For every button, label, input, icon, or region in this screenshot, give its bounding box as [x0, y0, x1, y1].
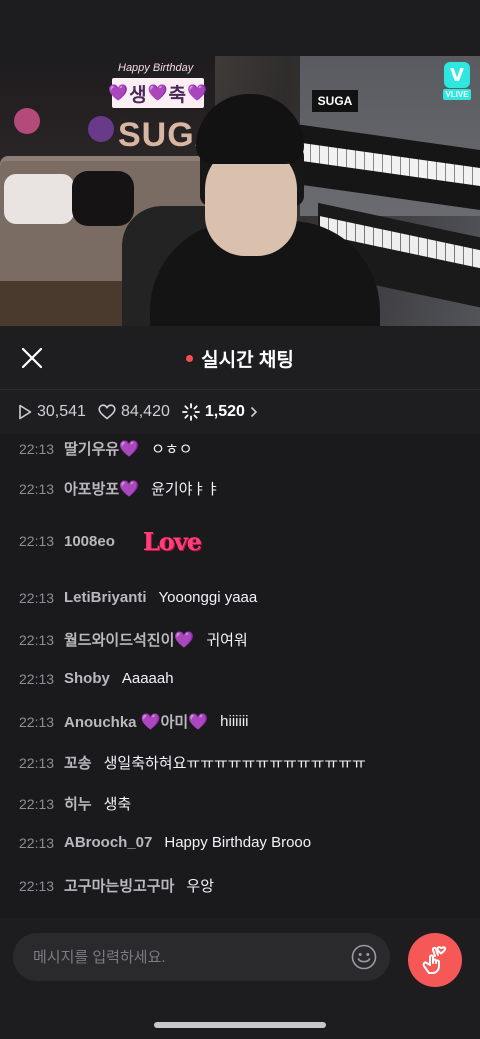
message-time: 22:13 — [19, 670, 55, 687]
purple-heart-icon: 💜 — [108, 85, 130, 102]
chevron-right-icon — [250, 406, 258, 418]
play-count: 30,541 — [18, 403, 86, 421]
purple-heart-icon: 💜 — [119, 441, 140, 458]
home-indicator[interactable] — [154, 1022, 326, 1028]
message-text: 윤기야ㅑㅑ — [151, 481, 221, 498]
vlive-logo: V VLIVE — [441, 62, 473, 102]
message-time: 22:13 — [19, 631, 55, 648]
chat-message: 22:13 Shoby Aaaaah — [19, 670, 174, 687]
chat-message: 22:13 고구마는빙고구마 우앙 — [19, 875, 214, 896]
close-icon — [21, 347, 43, 369]
emoji-icon[interactable] — [351, 944, 377, 970]
message-username[interactable]: 고구마는빙고구마 — [64, 875, 174, 896]
chat-message: 22:13 꼬송 생일축하혀요ㅠㅠㅠㅠㅠㅠㅠㅠㅠㅠㅠㅠㅠ — [19, 752, 366, 773]
suga-sign: SUGA — [312, 90, 358, 112]
love-sticker: Love — [142, 526, 202, 556]
message-text: ㅇㅎㅇ — [151, 441, 193, 458]
heart-balloon — [14, 108, 40, 134]
purple-heart-icon: 💜 — [186, 85, 208, 102]
chat-message: 22:13 히누 생축 — [19, 793, 131, 814]
message-time: 22:13 — [19, 834, 55, 851]
chat-title-group: 실시간 채팅 — [0, 326, 480, 390]
message-time: 22:13 — [19, 589, 55, 606]
chat-message: 22:13 월드와이드석진이💜 귀여워 — [19, 629, 248, 650]
message-text: hiiiiii — [220, 713, 249, 730]
message-text: 귀여워 — [206, 632, 248, 649]
birthday-banner-caption: Happy Birthday — [118, 62, 194, 74]
chat-message: 22:13 Anouchka 💜아미💜 hiiiiii — [19, 711, 248, 732]
message-text: Happy Birthday Brooo — [164, 834, 312, 851]
vlive-v-icon: V — [444, 62, 470, 88]
message-time: 22:13 — [19, 713, 55, 730]
black-cat-pillow — [72, 171, 134, 226]
comment-count-value: 1,520 — [204, 403, 245, 420]
message-username[interactable]: 딸기우유💜 — [64, 438, 139, 459]
message-input-area — [0, 918, 480, 1039]
heart-outline-icon — [98, 404, 116, 420]
message-time: 22:13 — [19, 533, 55, 549]
purple-heart-icon: 💜 — [188, 714, 209, 731]
message-time: 22:13 — [19, 440, 55, 457]
birthday-banner: 💜 생 💜 축 💜 — [108, 78, 207, 108]
purple-heart-icon: 💜 — [147, 85, 169, 102]
chat-message: 22:13 아포방포💜 윤기야ㅑㅑ — [19, 478, 220, 499]
chat-message: 22:13 LetiBriyanti Yooonggi yaaa — [19, 589, 257, 606]
message-username[interactable]: LetiBriyanti — [64, 589, 147, 606]
white-pillow — [4, 174, 74, 224]
finger-heart-button[interactable] — [408, 933, 462, 987]
purple-heart-icon: 💜 — [119, 481, 140, 498]
purple-heart-icon: 💜 — [174, 632, 195, 649]
close-button[interactable] — [14, 340, 50, 376]
message-username[interactable]: 1008eo — [64, 533, 115, 550]
message-text: Yooonggi yaaa — [158, 589, 258, 606]
status-bar — [0, 0, 480, 56]
message-time: 22:13 — [19, 795, 55, 812]
message-username[interactable]: Anouchka 💜아미💜 — [64, 711, 208, 732]
like-count: 84,420 — [98, 403, 170, 421]
message-username[interactable]: 꼬송 — [64, 752, 92, 773]
like-count-value: 84,420 — [120, 403, 170, 420]
comment-count[interactable]: 1,520 — [181, 403, 258, 421]
finger-heart-icon — [422, 946, 447, 974]
live-dot-icon — [186, 354, 194, 362]
message-time: 22:13 — [19, 877, 55, 894]
live-video-player[interactable]: Happy Birthday 💜 생 💜 축 💜 SUGA SUGA V VLIVE — [0, 56, 480, 326]
heart-balloon — [88, 116, 114, 142]
message-time: 22:13 — [19, 480, 55, 497]
sparkle-icon — [181, 403, 200, 421]
stats-bar: 30,541 84,420 1,520 — [0, 390, 480, 434]
message-input-container[interactable] — [13, 933, 390, 981]
message-text: 생일축하혀요ㅠㅠㅠㅠㅠㅠㅠㅠㅠㅠㅠㅠㅠ — [103, 755, 366, 772]
message-username[interactable]: 히누 — [64, 793, 92, 814]
message-username[interactable]: 아포방포💜 — [64, 478, 139, 499]
message-text: Aaaaah — [121, 670, 174, 687]
purple-heart-icon: 💜 — [140, 714, 161, 731]
message-time: 22:13 — [19, 754, 55, 771]
message-input[interactable] — [33, 948, 333, 966]
message-username[interactable]: Shoby — [64, 670, 110, 687]
chat-message-list[interactable]: 22:13 딸기우유💜 ㅇㅎㅇ 22:13 아포방포💜 윤기야ㅑㅑ 22:13 … — [0, 434, 480, 919]
play-count-value: 30,541 — [37, 403, 86, 420]
message-username[interactable]: ABrooch_07 — [64, 834, 152, 851]
vlive-logo-label: VLIVE — [443, 89, 471, 100]
message-text: 생축 — [103, 796, 132, 813]
chat-message: 22:13 ABrooch_07 Happy Birthday Brooo — [19, 834, 311, 851]
chat-title: 실시간 채팅 — [201, 349, 294, 371]
chat-message: 22:13 딸기우유💜 ㅇㅎㅇ — [19, 438, 193, 459]
chat-message: 22:13 1008eo Love — [19, 526, 202, 556]
chat-header: 실시간 채팅 — [0, 326, 480, 390]
message-username[interactable]: 월드와이드석진이💜 — [64, 629, 194, 650]
play-icon — [19, 404, 32, 420]
message-text: 우앙 — [186, 878, 215, 895]
